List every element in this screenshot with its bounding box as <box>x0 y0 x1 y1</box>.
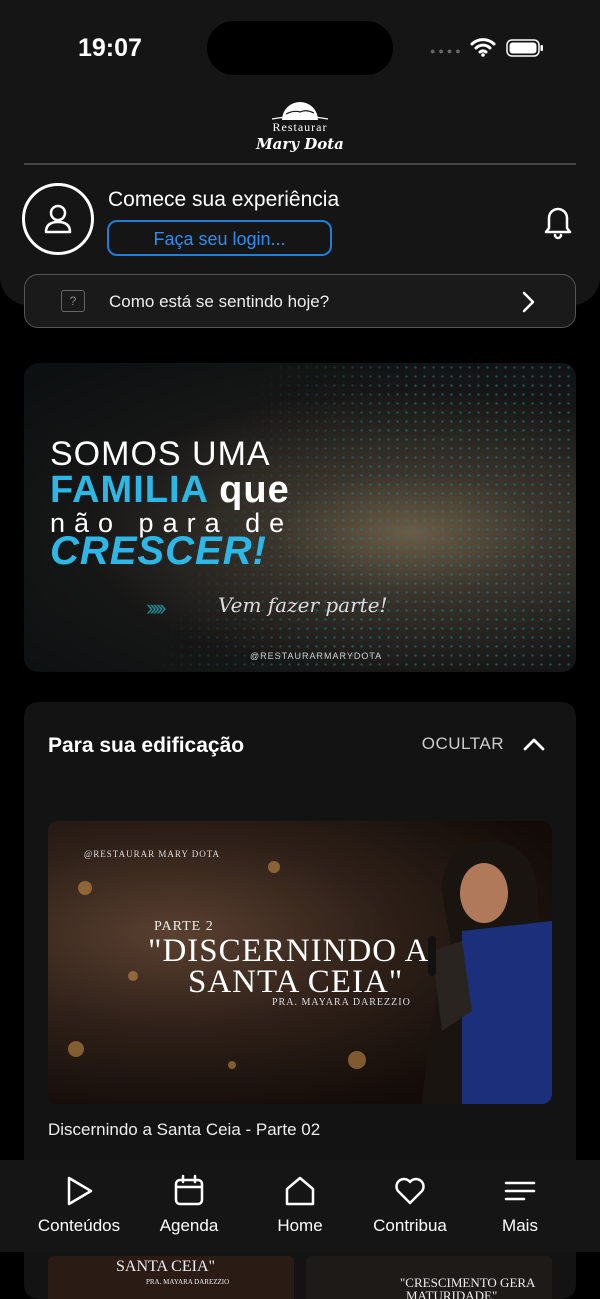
cellular-signal-icon: ●●●● <box>430 46 464 56</box>
tab-label: Contribua <box>373 1216 447 1235</box>
bell-icon[interactable] <box>540 202 576 240</box>
banner-script: Vem fazer parte! <box>218 593 388 617</box>
thumb-a-title: SANTA CEIA" <box>116 1258 216 1275</box>
globe-logo-icon <box>271 102 329 120</box>
tab-label: Home <box>277 1216 323 1235</box>
thumb-b-title2: MATURIDADE" <box>406 1288 498 1299</box>
bokeh-light <box>78 881 92 895</box>
play-icon <box>67 1176 93 1206</box>
video-title-line2: SANTA CEIA" <box>188 964 404 1000</box>
video-thumbnail-small[interactable]: SANTA CEIA" PRA. MAYARA DAREZZIO <box>48 1256 294 1299</box>
banner-arrows: ››››› <box>146 595 167 620</box>
chevron-right-icon <box>522 291 535 313</box>
bokeh-light <box>68 1041 84 1057</box>
tab-label: Conteúdos <box>37 1216 121 1235</box>
dynamic-island <box>207 21 393 75</box>
question-icon: ? <box>61 290 85 312</box>
hide-section-button[interactable]: OCULTAR <box>422 734 504 754</box>
home-icon <box>285 1176 315 1206</box>
promo-banner[interactable]: SOMOS UMA FAMILIA que não para de CRESCE… <box>24 363 576 672</box>
avatar[interactable] <box>22 183 94 255</box>
heart-icon <box>395 1177 425 1205</box>
speaker-photo <box>422 841 552 1104</box>
logo-line1: Restaurar <box>272 120 328 134</box>
tab-label: Mais <box>502 1216 538 1235</box>
mood-prompt-text: Como está se sentindo hoje? <box>109 292 330 311</box>
user-icon <box>44 204 72 234</box>
welcome-text: Comece sua experiência <box>108 188 340 211</box>
battery-icon <box>506 39 543 57</box>
tab-agenda[interactable]: Agenda <box>129 1160 249 1252</box>
tab-contribua[interactable]: Contribua <box>350 1160 470 1252</box>
video-thumbnail[interactable]: @RESTAURAR MARY DOTA PARTE 2 "DISCERNIND… <box>48 821 552 1104</box>
banner-handle: @RESTAURARMARYDOTA <box>250 651 383 661</box>
thumb-a-pastor: PRA. MAYARA DAREZZIO <box>146 1278 230 1286</box>
chevron-up-icon[interactable] <box>522 735 546 753</box>
more-videos-row: SANTA CEIA" PRA. MAYARA DAREZZIO "CRESCI… <box>48 1256 552 1299</box>
calendar-icon <box>174 1174 204 1206</box>
header-divider <box>24 163 576 165</box>
login-button[interactable]: Faça seu login... <box>107 220 332 256</box>
banner-line2-rest: que <box>219 469 290 511</box>
bokeh-light <box>348 1051 366 1069</box>
wifi-icon <box>470 38 496 57</box>
video-thumbnail-small[interactable]: "CRESCIMENTO GERA MATURIDADE" <box>306 1256 552 1299</box>
menu-icon <box>504 1181 536 1201</box>
banner-line4: CRESCER! <box>50 529 267 573</box>
status-time: 19:07 <box>78 34 142 62</box>
banner-line2-highlight: FAMILIA <box>50 469 208 511</box>
section-title: Para sua edificação <box>48 734 245 757</box>
tab-mais[interactable]: Mais <box>460 1160 580 1252</box>
banner-line2: FAMILIA que <box>50 469 290 512</box>
bottom-tab-bar: Conteúdos Agenda Home Contribua Mais <box>0 1160 600 1252</box>
logo-line2: Mary Dota <box>256 135 344 153</box>
video-brand: @RESTAURAR MARY DOTA <box>84 849 221 859</box>
video-caption: Discernindo a Santa Ceia - Parte 02 <box>48 1120 321 1139</box>
mood-prompt[interactable]: ? Como está se sentindo hoje? <box>24 274 576 328</box>
tab-conteudos[interactable]: Conteúdos <box>19 1160 139 1252</box>
video-pastor: PRA. MAYARA DAREZZIO <box>272 997 411 1008</box>
tab-label: Agenda <box>159 1216 219 1235</box>
header: 19:07 ●●●● Restaurar Mary Dota Comece su… <box>0 0 600 328</box>
app-logo: Restaurar Mary Dota <box>250 98 350 156</box>
bokeh-light <box>128 971 138 981</box>
tab-home[interactable]: Home <box>240 1160 360 1252</box>
bokeh-light <box>228 1061 236 1069</box>
bokeh-light <box>268 861 280 873</box>
